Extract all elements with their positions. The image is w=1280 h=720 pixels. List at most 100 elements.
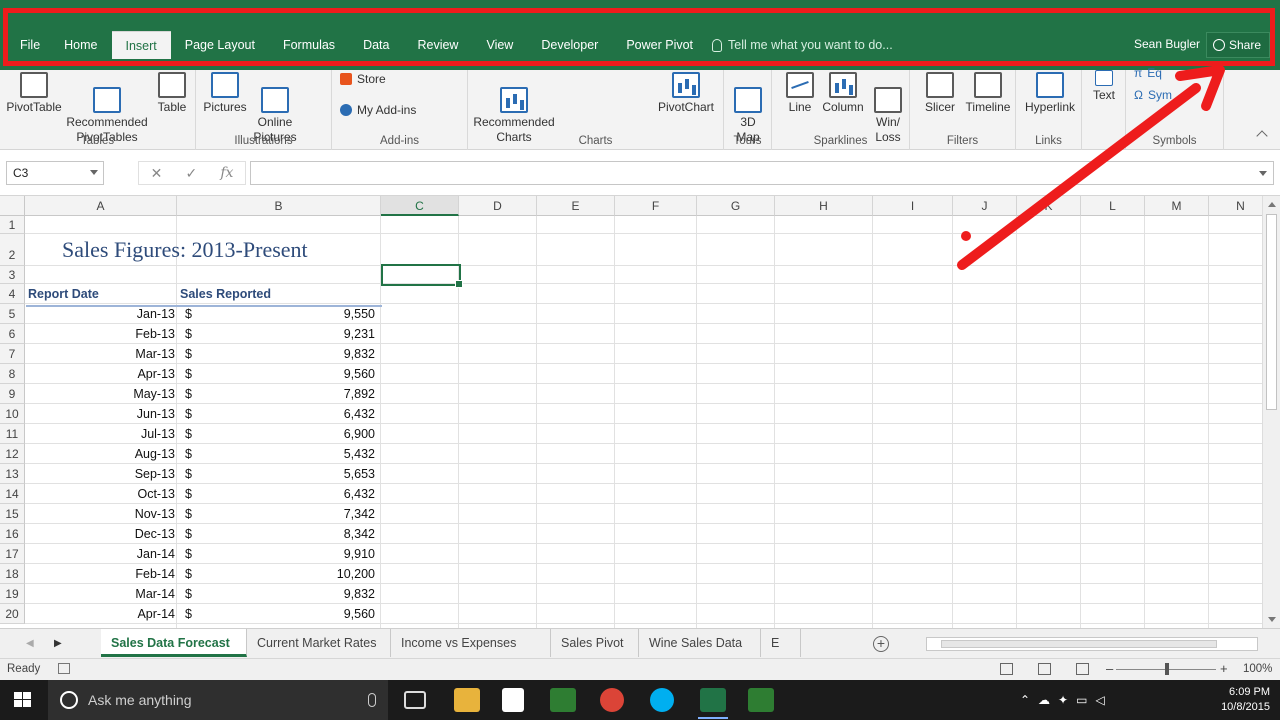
store-app-icon[interactable] [502,688,524,712]
column-header-C[interactable]: C [381,196,459,216]
cortana-search-box[interactable]: Ask me anything [48,680,388,720]
cell-currency-symbol: $ [185,467,192,481]
column-header-D[interactable]: D [459,196,537,216]
row-header-2[interactable]: 2 [0,234,25,266]
row-header-9[interactable]: 9 [0,384,25,404]
vertical-scrollbar[interactable] [1262,196,1280,628]
windows-start-icon[interactable] [14,692,32,708]
row-header-15[interactable]: 15 [0,504,25,524]
sheet-tab-2[interactable]: Current Market Rates [247,629,391,657]
page-layout-view-icon[interactable] [1038,663,1051,675]
sheet-tab-1[interactable]: Sales Data Forecast [101,629,247,657]
file-explorer-icon[interactable] [454,688,480,712]
row-header-10[interactable]: 10 [0,404,25,424]
symbol-button[interactable]: Ω Sym [1134,88,1172,102]
chrome-icon[interactable] [600,688,624,712]
zoom-out-icon[interactable]: – [1106,661,1113,676]
vertical-scroll-thumb[interactable] [1266,214,1277,410]
column-header-H[interactable]: H [775,196,873,216]
row-header-7[interactable]: 7 [0,344,25,364]
row-header-8[interactable]: 8 [0,364,25,384]
camtasia-icon[interactable] [550,688,576,712]
sparkline-line-button[interactable]: Line [782,72,818,115]
zoom-in-icon[interactable]: + [1220,661,1228,676]
cancel-icon[interactable]: ✕ [151,165,163,182]
zoom-level[interactable]: 100% [1243,663,1272,675]
row-header-14[interactable]: 14 [0,484,25,504]
sheet-tab-6[interactable]: E ... [761,629,801,678]
equation-button[interactable]: π Eq [1134,66,1162,80]
next-sheet-icon[interactable]: ▶ [54,638,62,649]
microphone-icon[interactable] [368,693,376,707]
timeline-button[interactable]: Timeline [962,72,1014,115]
row-header-19[interactable]: 19 [0,584,25,604]
macro-record-icon[interactable] [58,663,70,674]
hyperlink-button[interactable]: Hyperlink [1020,72,1080,115]
column-header-B[interactable]: B [177,196,381,216]
column-header-L[interactable]: L [1081,196,1145,216]
zoom-slider-handle[interactable] [1165,663,1169,675]
my-addins-button[interactable]: My Add-ins [340,103,416,117]
store-button[interactable]: Store [340,72,386,86]
active-cell-c3[interactable] [381,264,463,288]
worksheet-grid[interactable]: A B C D E F G H I J K L M N 1 2 3 4 5 6 7 8 9 10 11 12 13 14 15 16 17 1… [0,196,1262,628]
formula-input[interactable] [250,161,1274,185]
name-box[interactable]: C3 [6,161,104,185]
pivottable-button[interactable]: PivotTable [6,72,62,115]
add-sheet-icon[interactable]: + [873,636,889,652]
sheet-tab-5[interactable]: Wine Sales Data [639,629,761,657]
row-header-6[interactable]: 6 [0,324,25,344]
row-header-17[interactable]: 17 [0,544,25,564]
task-view-icon[interactable] [404,691,426,709]
row-header-18[interactable]: 18 [0,564,25,584]
excel-app-icon[interactable] [700,688,726,712]
sheet-tab-bar: ◀ ▶ + Sales Data Forecast Current Market … [0,628,1280,678]
horizontal-scrollbar[interactable] [926,637,1258,651]
row-header-11[interactable]: 11 [0,424,25,444]
column-header-I[interactable]: I [873,196,953,216]
row-header-1[interactable]: 1 [0,216,25,234]
row-header-12[interactable]: 12 [0,444,25,464]
collapse-ribbon-icon[interactable] [1256,130,1268,142]
horizontal-scroll-thumb[interactable] [941,640,1217,648]
row-header-4[interactable]: 4 [0,284,25,304]
select-all-corner[interactable] [0,196,25,216]
system-tray-icons[interactable]: ⌃☁✦▭◁ [1020,693,1113,707]
normal-view-icon[interactable] [1000,663,1013,675]
column-header-E[interactable]: E [537,196,615,216]
chevron-down-icon[interactable] [90,170,98,175]
skype-icon[interactable] [650,688,674,712]
column-header-N[interactable]: N [1209,196,1262,216]
pivotchart-button[interactable]: PivotChart [654,72,718,115]
row-header-16[interactable]: 16 [0,524,25,544]
table-button[interactable]: Table [152,72,192,115]
row-header-20[interactable]: 20 [0,604,25,624]
column-header-K[interactable]: K [1017,196,1081,216]
insert-function-icon[interactable]: fx [220,165,233,181]
row-header-13[interactable]: 13 [0,464,25,484]
clock[interactable]: 6:09 PM 10/8/2015 [1221,685,1270,715]
column-header-F[interactable]: F [615,196,697,216]
column-header-M[interactable]: M [1145,196,1209,216]
column-header-J[interactable]: J [953,196,1017,216]
column-header-G[interactable]: G [697,196,775,216]
expand-formula-icon[interactable] [1259,171,1267,176]
camtasia-recorder-icon[interactable] [748,688,774,712]
sheet-tab-3[interactable]: Income vs Expenses Waterfall [391,629,551,678]
page-break-view-icon[interactable] [1076,663,1089,675]
row-header-5[interactable]: 5 [0,304,25,324]
scroll-down-icon[interactable] [1268,617,1276,622]
gridline [1080,216,1081,628]
gridline [1144,216,1145,628]
sheet-tab-4[interactable]: Sales Pivot [551,629,639,657]
group-label-charts: Charts [578,135,613,147]
pictures-button[interactable]: Pictures [200,72,250,115]
column-header-A[interactable]: A [25,196,177,216]
slicer-button[interactable]: Slicer [918,72,962,115]
text-button[interactable]: Text [1086,70,1122,103]
sparkline-column-button[interactable]: Column [818,72,868,115]
scroll-up-icon[interactable] [1268,202,1276,207]
prev-sheet-icon[interactable]: ◀ [26,638,34,649]
row-header-3[interactable]: 3 [0,266,25,284]
enter-check-icon[interactable]: ✓ [185,165,197,182]
